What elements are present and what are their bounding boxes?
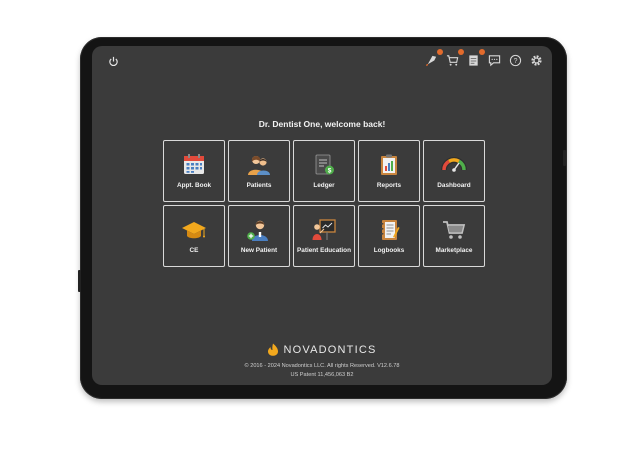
logbooks-button[interactable]: Logbooks [358, 205, 420, 267]
dashboard-button[interactable]: Dashboard [423, 140, 485, 202]
logbook-icon [380, 220, 400, 240]
brand-name: NOVADONTICS [283, 343, 377, 356]
app-screen: ? Dr. Dentist One, welcome back! Appt. B… [92, 46, 552, 385]
gear-icon[interactable] [529, 53, 544, 68]
help-icon[interactable]: ? [508, 53, 523, 68]
marketplace-button[interactable]: Marketplace [423, 205, 485, 267]
patent-text: US Patent 11,456,063 B2 [290, 372, 354, 378]
appt-book-button[interactable]: Appt. Book [163, 140, 225, 202]
reports-icon [381, 154, 397, 175]
calendar-icon [184, 154, 204, 174]
tile-label: Appt. Book [176, 182, 212, 189]
ce-button[interactable]: CE [163, 205, 225, 267]
module-grid: Appt. Book Patients $ Ledger Reports Das… [163, 140, 485, 267]
new-patient-icon [247, 220, 268, 241]
notification-badge [479, 49, 485, 55]
tile-label: Reports [376, 182, 402, 189]
power-icon[interactable] [106, 54, 120, 68]
new-patient-button[interactable]: New Patient [228, 205, 290, 267]
tablet-side-button [563, 150, 566, 166]
ledger-button[interactable]: $ Ledger [293, 140, 355, 202]
shopping-cart-icon [443, 221, 466, 239]
document-icon[interactable] [466, 49, 485, 68]
welcome-message: Dr. Dentist One, welcome back! [258, 119, 386, 129]
brand-logo: NOVADONTICS [92, 343, 552, 356]
notification-badge [437, 49, 443, 55]
tile-label: Dashboard [437, 182, 471, 189]
tile-label: Patients [246, 182, 272, 189]
cart-icon[interactable] [445, 49, 464, 68]
svg-text:?: ? [514, 58, 518, 65]
tile-label: CE [189, 247, 199, 254]
ledger-icon: $ [315, 154, 334, 175]
copyright-text: © 2016 - 2024 Novadontics LLC. All right… [244, 363, 400, 369]
patients-icon [248, 156, 270, 175]
tablet-side-button [78, 270, 81, 292]
svg-text:$: $ [328, 167, 332, 174]
tile-label: Ledger [313, 182, 335, 189]
flame-logo-icon [268, 343, 279, 356]
notification-badge [458, 49, 464, 55]
tile-label: Logbooks [373, 247, 405, 254]
gauge-icon [441, 157, 467, 172]
chat-icon[interactable] [487, 53, 502, 68]
graduation-cap-icon [182, 222, 206, 239]
tile-label: New Patient [240, 247, 278, 254]
patients-button[interactable]: Patients [228, 140, 290, 202]
header-toolbar: ? [424, 49, 544, 68]
tile-label: Patient Education [297, 247, 351, 254]
tile-label: Marketplace [435, 247, 473, 254]
reports-button[interactable]: Reports [358, 140, 420, 202]
presentation-icon [312, 219, 336, 240]
patient-education-button[interactable]: Patient Education [293, 205, 355, 267]
rocket-icon[interactable] [424, 49, 443, 68]
